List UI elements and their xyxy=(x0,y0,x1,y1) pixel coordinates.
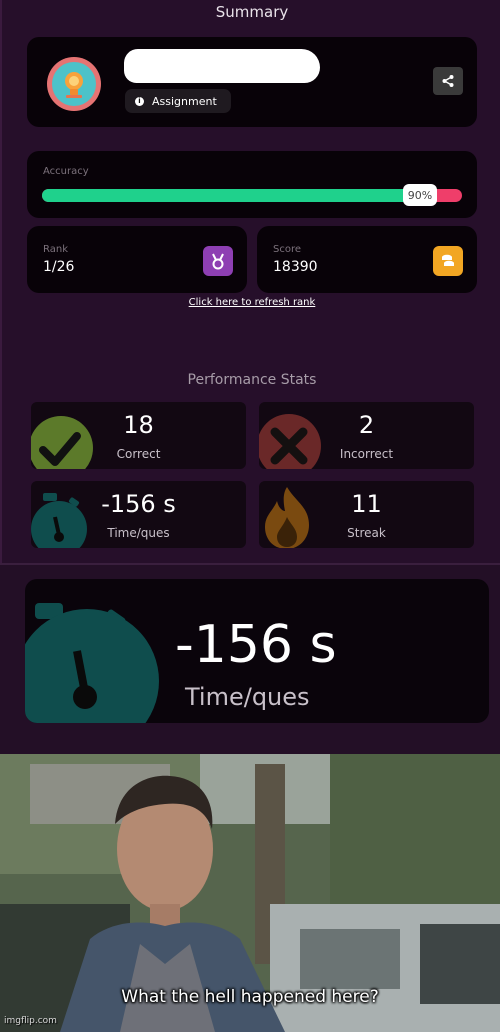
share-icon xyxy=(442,75,454,87)
meme-photo: What the hell happened here? imgflip.com xyxy=(0,754,500,1032)
incorrect-value: 2 xyxy=(358,411,375,439)
assignment-tag-label: Assignment xyxy=(152,94,217,108)
streak-stat-card: 11 Streak xyxy=(259,481,474,548)
medal-icon xyxy=(203,246,233,276)
accuracy-card: Accuracy 90% xyxy=(27,151,477,218)
correct-label: Correct xyxy=(116,447,161,461)
assignment-tag: i Assignment xyxy=(125,89,231,113)
redacted-quiz-title xyxy=(124,49,320,83)
performance-stats-title: Performance Stats xyxy=(187,372,317,388)
info-icon: i xyxy=(135,96,144,106)
accuracy-label: Accuracy xyxy=(43,166,89,177)
rank-label: Rank xyxy=(43,244,68,255)
correct-value: 18 xyxy=(123,411,154,439)
streak-label: Streak xyxy=(347,526,386,540)
score-label: Score xyxy=(273,244,302,255)
time-value: -156 s xyxy=(101,490,176,518)
page-title: Summary xyxy=(215,3,289,21)
watermark: imgflip.com xyxy=(4,1016,57,1026)
rank-card: Rank 1/26 xyxy=(27,226,247,293)
zoomed-time-label: Time/ques xyxy=(185,683,310,711)
zoomed-time-value: -156 s xyxy=(175,615,337,675)
meme-caption: What the hell happened here? xyxy=(121,987,379,1007)
accuracy-bar: 90% xyxy=(42,184,462,206)
refresh-rank-link[interactable]: Click here to refresh rank xyxy=(2,297,500,308)
accuracy-bar-fill xyxy=(42,189,420,202)
time-label: Time/ques xyxy=(107,526,170,540)
zoomed-time-card: -156 s Time/ques xyxy=(25,579,489,723)
score-value: 18390 xyxy=(273,259,318,275)
summary-panel: Summary i Assignment Accuracy 90% Rank 1… xyxy=(0,0,500,563)
coins-icon xyxy=(433,246,463,276)
accuracy-percent: 90% xyxy=(403,184,437,206)
stopwatch-icon xyxy=(25,603,159,723)
correct-stat-card: 18 Correct xyxy=(31,402,246,469)
score-card: Score 18390 xyxy=(257,226,477,293)
incorrect-stat-card: 2 Incorrect xyxy=(259,402,474,469)
streak-value: 11 xyxy=(351,490,382,518)
time-stat-card: -156 s Time/ques xyxy=(31,481,246,548)
rank-value: 1/26 xyxy=(43,259,75,275)
zoomed-time-panel: -156 s Time/ques xyxy=(0,563,500,756)
quiz-header-card: i Assignment xyxy=(27,37,477,127)
incorrect-label: Incorrect xyxy=(339,447,394,461)
lightbulb-avatar-icon xyxy=(47,57,101,111)
share-button[interactable] xyxy=(433,67,463,95)
